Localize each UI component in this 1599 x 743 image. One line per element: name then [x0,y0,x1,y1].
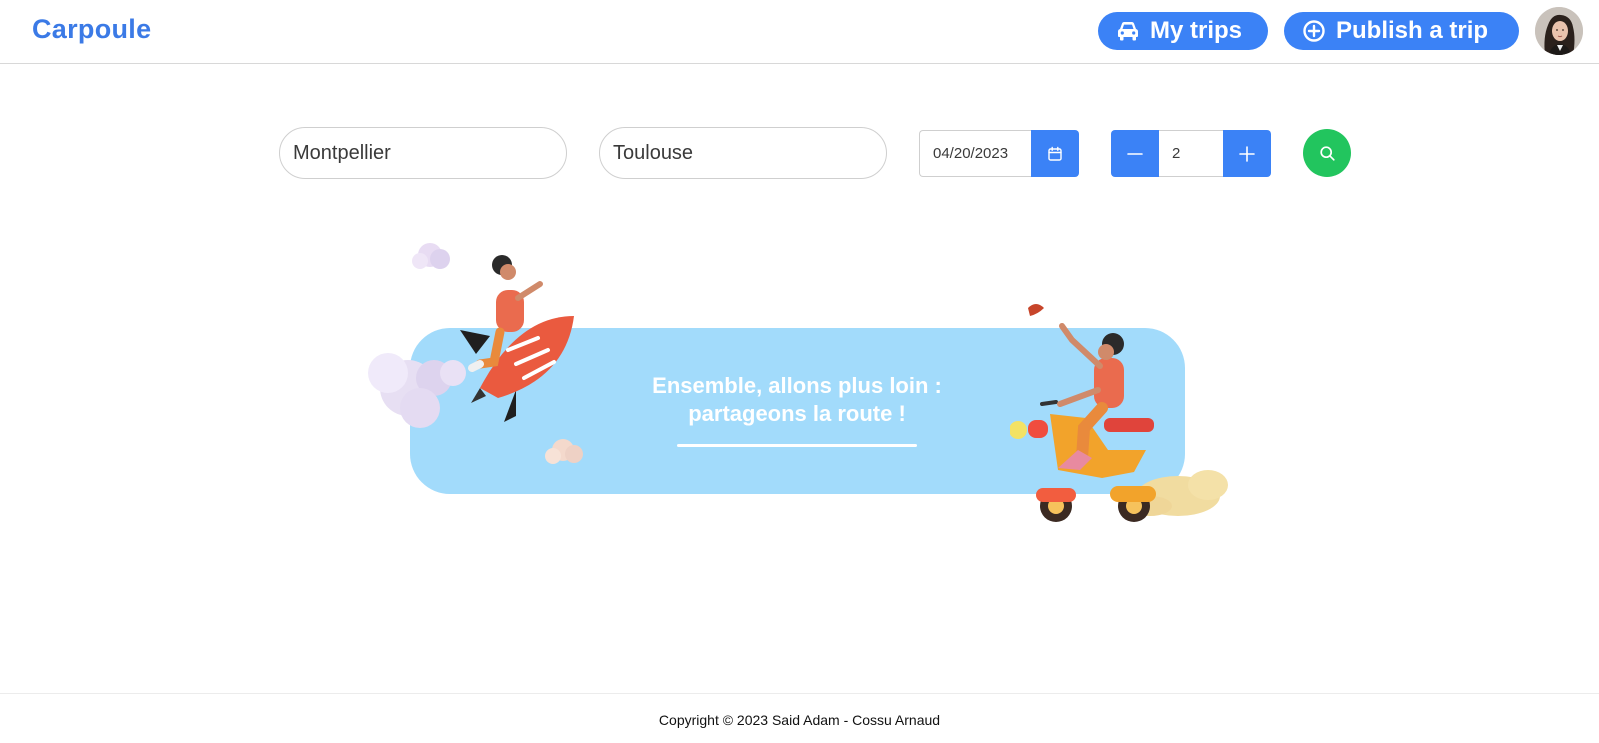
tagline-divider [677,444,917,447]
car-icon [1118,22,1138,41]
tagline-line-1: Ensemble, allons plus loin : [652,373,942,398]
smoke-cloud-icon [368,353,466,428]
page-footer: Copyright © 2023 Said Adam - Cossu Arnau… [0,693,1599,743]
search-button[interactable] [1303,129,1351,177]
plus-icon [1239,145,1255,162]
tagline-line-2: partageons la route ! [688,401,906,426]
minus-icon [1127,152,1143,155]
calendar-button[interactable] [1031,130,1079,177]
publish-trip-button[interactable]: Publish a trip [1284,12,1519,50]
cloud-icon [545,439,583,464]
calendar-icon [1048,146,1062,161]
user-avatar-icon [1535,7,1583,55]
destination-input[interactable] [599,127,887,179]
leaf-icon [1028,304,1044,316]
rocket-rider-illustration [368,243,583,464]
date-picker [919,130,1079,177]
decrease-seats-button[interactable] [1111,130,1159,177]
increase-seats-button[interactable] [1223,130,1271,177]
copyright-text: Copyright © 2023 Said Adam - Cossu Arnau… [658,712,941,728]
my-trips-button[interactable]: My trips [1098,12,1268,50]
date-input[interactable] [919,130,1032,177]
my-trips-label: My trips [1150,17,1243,44]
departure-input[interactable] [279,127,567,179]
user-avatar[interactable] [1535,7,1583,55]
search-icon [1319,145,1335,161]
scooter-rider-illustration [1010,304,1228,522]
plus-circle-icon [1303,20,1325,42]
cloud-icon [412,243,450,269]
app-logo[interactable]: Carpoule [32,14,151,45]
top-navbar: Carpoule My trips Publish a trip [0,0,1599,64]
seats-stepper [1111,130,1271,177]
banner-tagline: Ensemble, allons plus loin : partageons … [617,372,977,428]
seats-input[interactable] [1159,130,1223,177]
publish-trip-label: Publish a trip [1336,17,1489,44]
